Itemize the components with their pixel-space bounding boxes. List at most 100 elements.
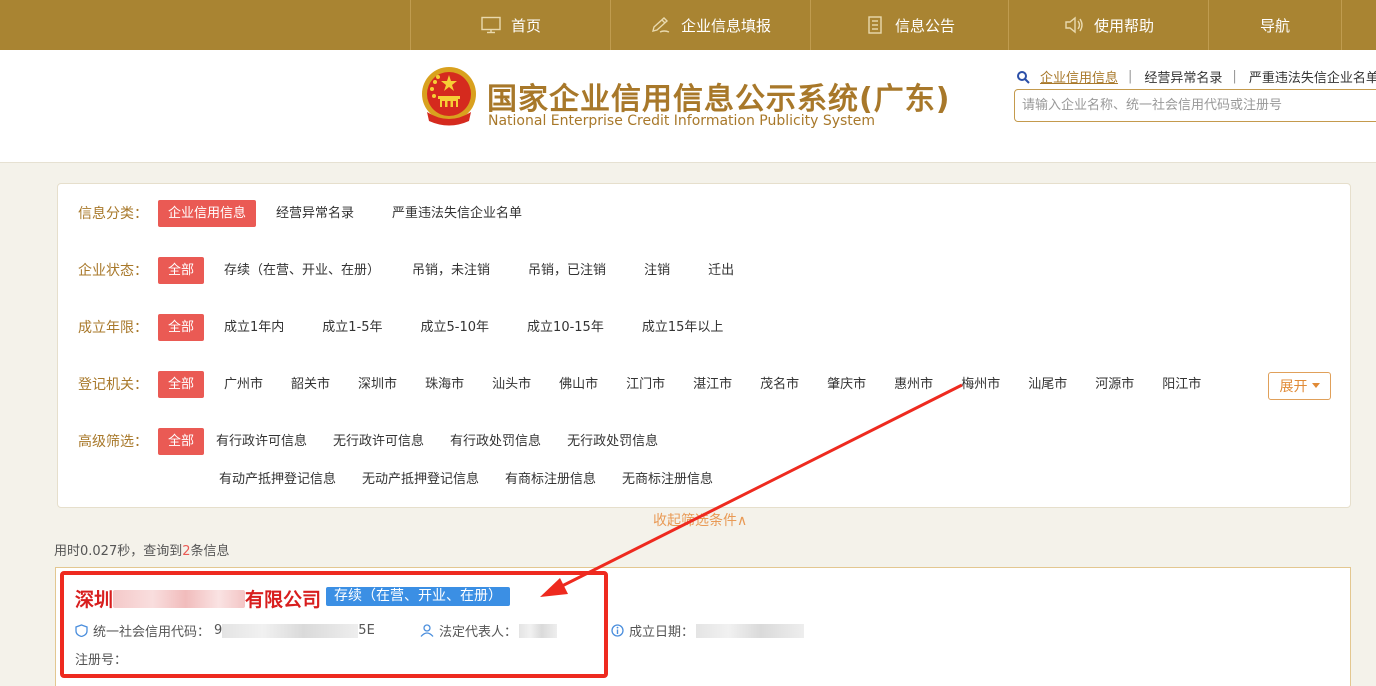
national-emblem-icon [422,67,476,126]
filter-panel: 信息分类： 企业信用信息 经营异常名录 严重违法失信企业名单 企业状态： 全部 … [57,183,1351,508]
nav-label: 导航 [1259,16,1290,35]
filter-option[interactable]: 汕头市 [482,371,541,398]
site-subtitle: National Enterprise Credit Information P… [488,113,876,129]
result-summary: 用时0.027秒，查询到2条信息 [54,540,230,559]
divider: | [1128,69,1133,84]
filter-option[interactable]: 无行政许可信息 [323,428,434,455]
filter-option[interactable]: 严重违法失信企业名单 [382,200,532,227]
nav-item-report[interactable]: 企业信息填报 [610,0,810,50]
filter-label: 信息分类： [78,206,148,222]
nav-item-home[interactable]: 首页 [410,0,610,50]
company-name[interactable]: 深圳 有限公司 [75,585,321,612]
user-icon [420,624,434,637]
filter-option[interactable]: 成立1-5年 [312,314,392,341]
caret-down-icon [1311,383,1320,388]
filter-option[interactable]: 佛山市 [549,371,608,398]
filter-label: 企业状态： [78,263,148,279]
filter-label: 高级筛选： [78,434,148,450]
status-badge: 存续（在营、开业、在册） [326,587,510,606]
legal-representative: 法定代表人： [420,621,558,640]
monitor-icon [480,16,502,34]
filter-option[interactable]: 成立1年内 [214,314,294,341]
founded-label: 成立日期： [629,625,695,640]
collapse-filters-link[interactable]: 收起筛选条件∧ [653,510,747,530]
filter-label: 登记机关： [78,377,148,393]
nav-label: 使用帮助 [1093,16,1154,35]
document-icon [864,16,886,34]
filter-option[interactable]: 企业信用信息 [158,199,257,227]
nav-item-help[interactable]: 使用帮助 [1008,0,1208,50]
filter-option[interactable]: 阳江市 [1152,371,1211,398]
filter-option[interactable]: 成立5-10年 [411,314,500,341]
filter-option[interactable]: 无行政处罚信息 [557,428,668,455]
filter-option[interactable]: 成立15年以上 [632,314,734,341]
search-input[interactable] [1014,89,1376,122]
result-card[interactable]: 深圳 有限公司 存续（在营、开业、在册） 统一社会信用代码： 9 5E 法定代表… [55,567,1351,686]
filter-row-advanced: 高级筛选： 全部 有行政许可信息 无行政许可信息 有行政处罚信息 无行政处罚信息 [78,427,686,455]
filter-option[interactable]: 吊销，未注销 [402,257,500,284]
nav-item-announcement[interactable]: 信息公告 [810,0,1008,50]
legal-rep-label: 法定代表人： [439,625,518,640]
filter-option[interactable]: 有行政处罚信息 [440,428,551,455]
filter-option[interactable]: 河源市 [1085,371,1144,398]
filter-option[interactable]: 全部 [158,256,205,284]
quick-links: 企业信用信息 | 经营异常名录 | 严重违法失信企业名单 [1016,67,1376,86]
redacted-area [696,623,805,638]
filter-row-advanced-2: 有动产抵押登记信息 无动产抵押登记信息 有商标注册信息 无商标注册信息 [209,465,741,493]
registration-number: 注册号： [75,653,128,668]
pen-icon [650,16,672,34]
filter-option[interactable]: 注销 [634,257,680,284]
filter-row-status: 企业状态： 全部 存续（在营、开业、在册） 吊销，未注销 吊销，已注销 注销 迁… [78,256,762,284]
filter-option[interactable]: 汕尾市 [1018,371,1077,398]
nav-label: 信息公告 [894,16,955,35]
filter-option[interactable]: 全部 [158,313,205,341]
filter-option[interactable]: 无动产抵押登记信息 [352,466,489,493]
filter-option[interactable]: 惠州市 [884,371,943,398]
credit-code-label: 统一社会信用代码： [93,625,211,640]
filter-option[interactable]: 韶关市 [281,371,340,398]
filter-option[interactable]: 江门市 [616,371,675,398]
result-count: 2 [182,544,191,559]
nav-item-navigation[interactable]: 导航 [1208,0,1342,50]
founded-date: 成立日期： [611,621,805,640]
filter-option[interactable]: 珠海市 [415,371,474,398]
filter-option[interactable]: 吊销，已注销 [518,257,616,284]
redacted-area [222,623,359,638]
credit-code-start: 9 [214,623,223,638]
filter-option[interactable]: 湛江市 [683,371,742,398]
filter-option[interactable]: 深圳市 [348,371,407,398]
nav-label: 首页 [510,16,541,35]
filter-option[interactable]: 全部 [158,370,205,398]
filter-option[interactable]: 经营异常名录 [266,200,364,227]
expand-button[interactable]: 展开 [1268,372,1331,400]
expand-label: 展开 [1279,379,1308,395]
nav-label: 企业信息填报 [680,16,771,35]
filter-option[interactable]: 存续（在营、开业、在册） [214,257,390,284]
quick-link-abnormal-list[interactable]: 经营异常名录 [1144,67,1222,86]
filter-option[interactable]: 茂名市 [750,371,809,398]
quick-link-blacklist[interactable]: 严重违法失信企业名单 [1249,67,1376,86]
filter-row-authority: 登记机关： 全部 广州市 韶关市 深圳市 珠海市 汕头市 佛山市 江门市 湛江市… [78,370,1219,398]
filter-row-category: 信息分类： 企业信用信息 经营异常名录 严重违法失信企业名单 [78,199,550,227]
filter-option[interactable]: 广州市 [214,371,273,398]
filter-option[interactable]: 有行政许可信息 [206,428,317,455]
filter-option[interactable]: 有商标注册信息 [495,466,606,493]
filter-row-age: 成立年限： 全部 成立1年内 成立1-5年 成立5-10年 成立10-15年 成… [78,313,751,341]
speaker-icon [1063,16,1085,34]
filter-option[interactable]: 肇庆市 [817,371,876,398]
credit-code: 统一社会信用代码： 9 5E [75,621,375,640]
quick-link-credit-info[interactable]: 企业信用信息 [1040,67,1118,86]
filter-option[interactable]: 无商标注册信息 [612,466,723,493]
company-name-prefix: 深圳 [75,589,114,611]
filter-option[interactable]: 迁出 [698,257,744,284]
filter-option[interactable]: 有动产抵押登记信息 [209,466,346,493]
filter-option[interactable]: 成立10-15年 [517,314,614,341]
divider: | [1232,69,1237,84]
filter-option[interactable]: 梅州市 [951,371,1010,398]
credit-code-end: 5E [358,623,375,638]
top-nav: 首页 企业信息填报 信息公告 使用帮助 导航 [0,0,1376,50]
redacted-area [519,623,558,638]
company-name-suffix: 有限公司 [245,589,322,611]
filter-option[interactable]: 全部 [158,427,205,455]
site-header: 国家企业信用信息公示系统(广东) National Enterprise Cre… [0,50,1376,163]
